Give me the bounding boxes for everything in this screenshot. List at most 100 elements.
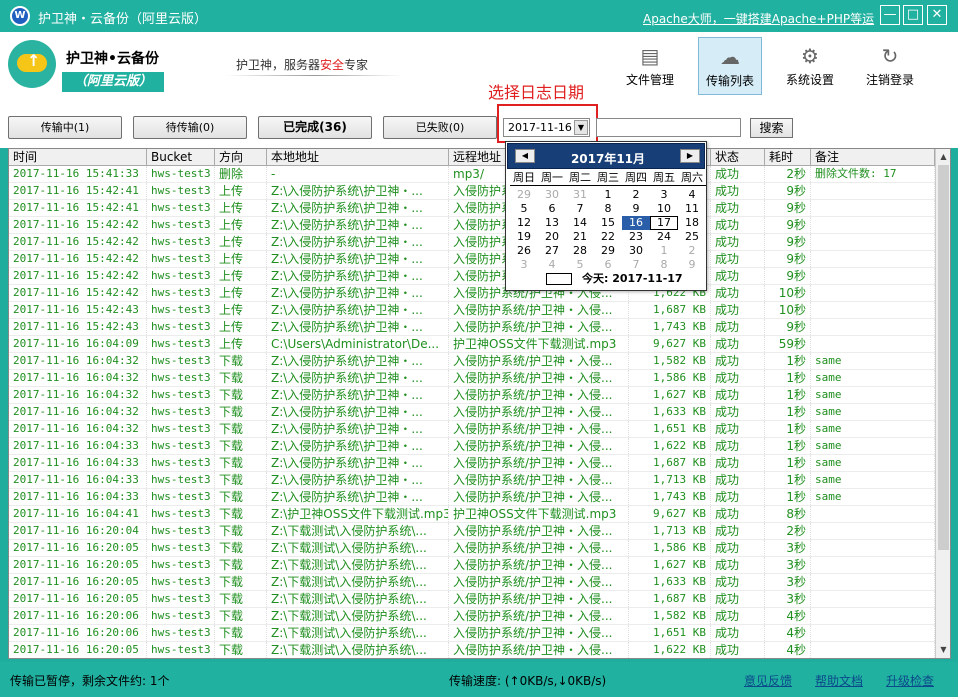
calendar-day[interactable]: 4 bbox=[538, 258, 566, 272]
column-header-local-path[interactable]: 本地地址 bbox=[267, 149, 449, 166]
table-row[interactable]: 2017-11-16 16:20:06 hws-test3 下载 Z:\下载测试\入侵… bbox=[9, 625, 935, 642]
calendar-day[interactable]: 8 bbox=[594, 202, 622, 216]
feedback-link[interactable]: 意见反馈 bbox=[744, 672, 792, 689]
calendar-day[interactable]: 4 bbox=[678, 188, 706, 202]
column-header-direction[interactable]: 方向 bbox=[215, 149, 267, 166]
calendar-day[interactable]: 26 bbox=[510, 244, 538, 258]
calendar-day[interactable]: 10 bbox=[650, 202, 678, 216]
calendar-day[interactable]: 7 bbox=[566, 202, 594, 216]
nav-file-manager[interactable]: ▤ 文件管理 bbox=[618, 37, 682, 95]
table-row[interactable]: 2017-11-16 16:04:41 hws-test3 下载 Z:\护卫神OSS文… bbox=[9, 506, 935, 523]
column-header-status[interactable]: 状态 bbox=[711, 149, 765, 166]
calendar-day[interactable]: 17 bbox=[650, 216, 678, 230]
table-row[interactable]: 2017-11-16 16:04:32 hws-test3 下载 Z:\入侵防护系统\… bbox=[9, 387, 935, 404]
calendar-day[interactable]: 15 bbox=[594, 216, 622, 230]
calendar-day[interactable]: 8 bbox=[650, 258, 678, 272]
calendar-day[interactable]: 13 bbox=[538, 216, 566, 230]
scroll-down-icon[interactable]: ▼ bbox=[938, 643, 949, 657]
table-row[interactable]: 2017-11-16 15:42:42 hws-test3 上传 Z:\入侵防护系统\… bbox=[9, 268, 935, 285]
calendar-day[interactable]: 19 bbox=[510, 230, 538, 244]
calendar-day[interactable]: 3 bbox=[510, 258, 538, 272]
upgrade-link[interactable]: 升级检查 bbox=[886, 672, 934, 689]
calendar-day[interactable]: 14 bbox=[566, 216, 594, 230]
calendar-day[interactable]: 23 bbox=[622, 230, 650, 244]
minimize-button[interactable]: — bbox=[880, 5, 900, 25]
table-row[interactable]: 2017-11-16 16:04:33 hws-test3 下载 Z:\入侵防护系统\… bbox=[9, 472, 935, 489]
nav-transfer-list[interactable]: ☁ 传输列表 bbox=[698, 37, 762, 95]
table-row[interactable]: 2017-11-16 16:04:32 hws-test3 下载 Z:\入侵防护系统\… bbox=[9, 421, 935, 438]
calendar-day[interactable]: 9 bbox=[622, 202, 650, 216]
nav-settings[interactable]: ⚙ 系统设置 bbox=[778, 37, 842, 95]
calendar-day[interactable]: 3 bbox=[650, 188, 678, 202]
table-row[interactable]: 2017-11-16 16:20:05 hws-test3 下载 Z:\下载测试\入侵… bbox=[9, 574, 935, 591]
table-row[interactable]: 2017-11-16 16:04:32 hws-test3 下载 Z:\入侵防护系统\… bbox=[9, 353, 935, 370]
calendar-day[interactable]: 27 bbox=[538, 244, 566, 258]
calendar-day[interactable]: 1 bbox=[650, 244, 678, 258]
prev-month-icon[interactable]: ◀ bbox=[515, 149, 535, 163]
calendar-day[interactable]: 2 bbox=[622, 188, 650, 202]
tab-done-button[interactable]: 已完成(36) bbox=[258, 116, 372, 139]
column-header-bucket[interactable]: Bucket bbox=[147, 149, 215, 166]
calendar-day[interactable]: 31 bbox=[566, 188, 594, 202]
table-row[interactable]: 2017-11-16 15:42:43 hws-test3 上传 Z:\入侵防护系统\… bbox=[9, 319, 935, 336]
table-row[interactable]: 2017-11-16 16:04:33 hws-test3 下载 Z:\入侵防护系统\… bbox=[9, 489, 935, 506]
calendar-day[interactable]: 11 bbox=[678, 202, 706, 216]
calendar-day[interactable]: 22 bbox=[594, 230, 622, 244]
calendar-day[interactable]: 7 bbox=[622, 258, 650, 272]
calendar-day[interactable]: 6 bbox=[594, 258, 622, 272]
calendar-day[interactable]: 18 bbox=[678, 216, 706, 230]
calendar-day[interactable]: 20 bbox=[538, 230, 566, 244]
tab-failed-button[interactable]: 已失败(0) bbox=[383, 116, 497, 139]
calendar-day[interactable]: 5 bbox=[510, 202, 538, 216]
table-row[interactable]: 2017-11-16 15:42:43 hws-test3 上传 Z:\入侵防护系统\… bbox=[9, 302, 935, 319]
table-row[interactable]: 2017-11-16 16:20:05 hws-test3 下载 Z:\下载测试\入侵… bbox=[9, 540, 935, 557]
calendar-day[interactable]: 29 bbox=[594, 244, 622, 258]
calendar-day[interactable]: 9 bbox=[678, 258, 706, 272]
column-header-note[interactable]: 备注 bbox=[811, 149, 935, 166]
calendar-day[interactable]: 2 bbox=[678, 244, 706, 258]
calendar-day[interactable]: 16 bbox=[622, 216, 650, 230]
calendar-day[interactable]: 24 bbox=[650, 230, 678, 244]
column-header-duration[interactable]: 耗时 bbox=[765, 149, 811, 166]
calendar-day[interactable]: 1 bbox=[594, 188, 622, 202]
table-row[interactable]: 2017-11-16 16:20:04 hws-test3 下载 Z:\下载测试\入侵… bbox=[9, 523, 935, 540]
table-row[interactable]: 2017-11-16 16:04:32 hws-test3 下载 Z:\入侵防护系统\… bbox=[9, 404, 935, 421]
nav-logout[interactable]: ↻ 注销登录 bbox=[858, 37, 922, 95]
table-row[interactable]: 2017-11-16 15:41:33 hws-test3 删除 - mp3/成功 2秒删… bbox=[9, 166, 935, 183]
search-button[interactable]: 搜索 bbox=[750, 118, 793, 138]
table-row[interactable]: 2017-11-16 16:20:05 hws-test3 下载 Z:\下载测试\入侵… bbox=[9, 642, 935, 658]
table-row[interactable]: 2017-11-16 16:04:32 hws-test3 下载 Z:\入侵防护系统\… bbox=[9, 370, 935, 387]
scroll-up-icon[interactable]: ▲ bbox=[938, 150, 949, 164]
calendar-day[interactable]: 5 bbox=[566, 258, 594, 272]
close-button[interactable]: ✕ bbox=[927, 5, 947, 25]
calendar-day[interactable]: 12 bbox=[510, 216, 538, 230]
tab-transferring-button[interactable]: 传输中(1) bbox=[8, 116, 122, 139]
table-row[interactable]: 2017-11-16 16:04:33 hws-test3 下载 Z:\入侵防护系统\… bbox=[9, 438, 935, 455]
maximize-button[interactable]: □ bbox=[903, 5, 923, 25]
calendar-footer[interactable]: 今天: 2017-11-17 bbox=[510, 272, 706, 288]
table-row[interactable]: 2017-11-16 15:42:42 hws-test3 上传 Z:\入侵防护系统\… bbox=[9, 285, 935, 302]
calendar-day[interactable]: 30 bbox=[538, 188, 566, 202]
table-row[interactable]: 2017-11-16 15:42:41 hws-test3 上传 Z:\入侵防护系统\… bbox=[9, 183, 935, 200]
vertical-scrollbar[interactable]: ▲ ▼ bbox=[935, 149, 950, 658]
help-link[interactable]: 帮助文档 bbox=[815, 672, 863, 689]
ad-link[interactable]: Apache大师，一键搭建Apache+PHP等运 bbox=[643, 10, 874, 27]
table-row[interactable]: 2017-11-16 16:20:05 hws-test3 下载 Z:\下载测试\入侵… bbox=[9, 591, 935, 608]
table-row[interactable]: 2017-11-16 16:20:05 hws-test3 下载 Z:\下载测试\入侵… bbox=[9, 557, 935, 574]
calendar-day[interactable]: 29 bbox=[510, 188, 538, 202]
table-row[interactable]: 2017-11-16 15:42:42 hws-test3 上传 Z:\入侵防护系统\… bbox=[9, 217, 935, 234]
tab-waiting-button[interactable]: 待传输(0) bbox=[133, 116, 247, 139]
table-row[interactable]: 2017-11-16 16:20:06 hws-test3 下载 Z:\下载测试\入侵… bbox=[9, 608, 935, 625]
calendar-day[interactable]: 6 bbox=[538, 202, 566, 216]
calendar-day[interactable]: 28 bbox=[566, 244, 594, 258]
table-row[interactable]: 2017-11-16 15:42:41 hws-test3 上传 Z:\入侵防护系统\… bbox=[9, 200, 935, 217]
calendar-day[interactable]: 30 bbox=[622, 244, 650, 258]
scroll-thumb[interactable] bbox=[938, 165, 949, 550]
table-row[interactable]: 2017-11-16 16:04:09 hws-test3 上传 C:\Users\A… bbox=[9, 336, 935, 353]
table-row[interactable]: 2017-11-16 16:04:33 hws-test3 下载 Z:\入侵防护系统\… bbox=[9, 455, 935, 472]
table-row[interactable]: 2017-11-16 15:42:42 hws-test3 上传 Z:\入侵防护系统\… bbox=[9, 251, 935, 268]
today-label[interactable]: 今天: 2017-11-17 bbox=[582, 272, 683, 286]
table-row[interactable]: 2017-11-16 15:42:42 hws-test3 上传 Z:\入侵防护系统\… bbox=[9, 234, 935, 251]
calendar-day[interactable]: 21 bbox=[566, 230, 594, 244]
search-input[interactable] bbox=[596, 118, 741, 137]
